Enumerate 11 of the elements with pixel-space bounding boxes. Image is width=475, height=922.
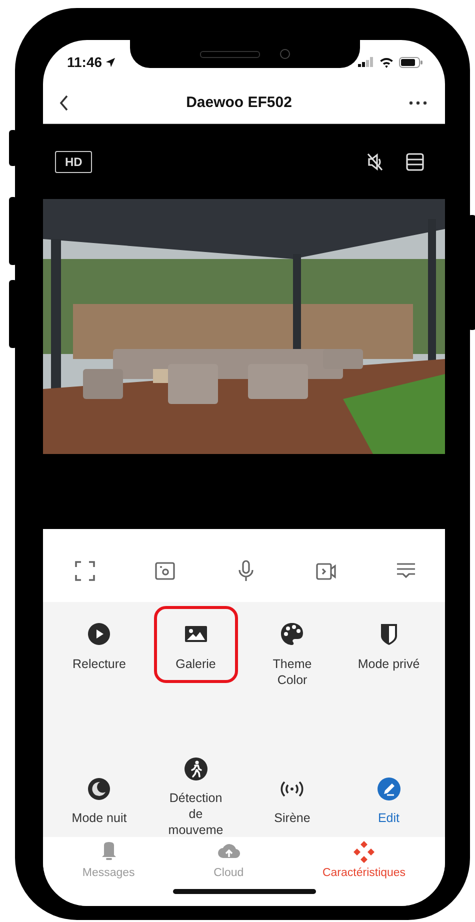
feature-button[interactable]: Sirène <box>250 774 334 837</box>
quality-button[interactable]: HD <box>55 150 92 172</box>
tab[interactable]: Caractéristiques <box>318 839 410 881</box>
feature-button[interactable]: Relecture <box>57 606 142 683</box>
feature-button[interactable]: Theme Color <box>250 606 334 699</box>
feature-button[interactable]: Galerie <box>154 606 238 683</box>
edit-button[interactable]: Edit <box>346 774 431 837</box>
feature-button[interactable]: Mode nuit <box>57 774 142 837</box>
screen-title: Daewoo EF502 <box>186 94 292 111</box>
feature-button[interactable]: Mode privé <box>346 606 431 683</box>
status-time: 11:46 <box>67 54 102 70</box>
